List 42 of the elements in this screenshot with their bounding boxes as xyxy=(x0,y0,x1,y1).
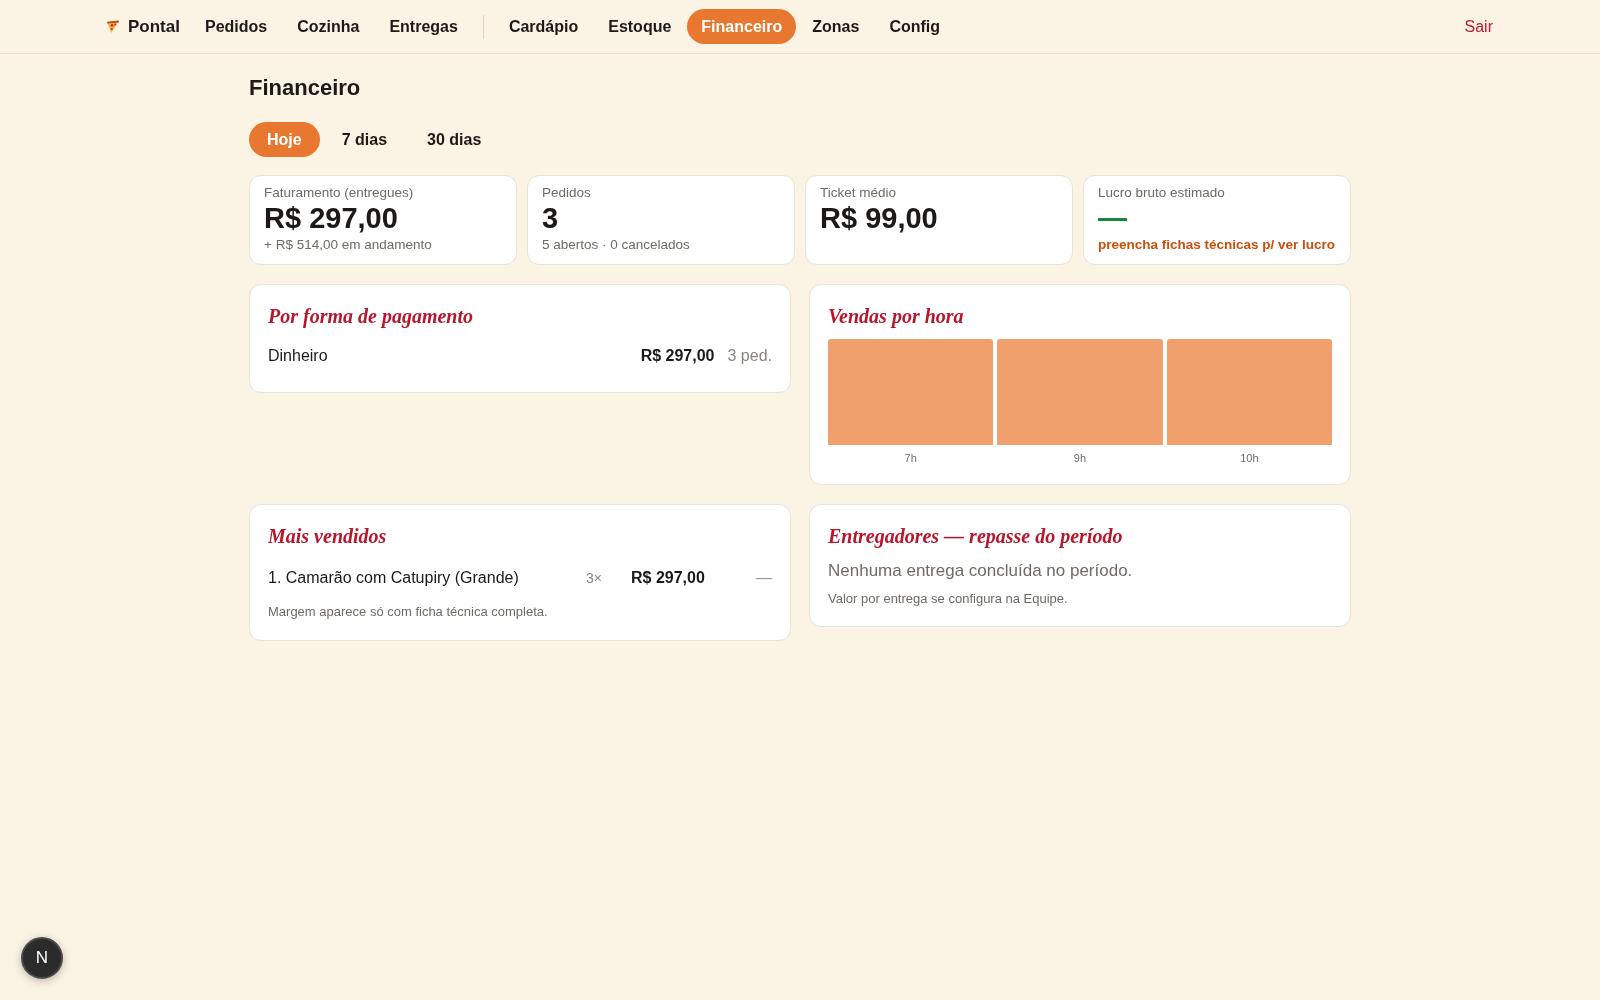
hour-label: 7h xyxy=(904,451,917,465)
nav-link[interactable]: Cozinha xyxy=(282,9,375,44)
payment-amount: R$ 297,00 xyxy=(640,346,715,366)
empty-message: Nenhuma entrega concluída no período. xyxy=(828,560,1133,582)
stat-label: Faturamento (entregues) xyxy=(264,185,414,201)
period-tab[interactable]: 30 dias xyxy=(409,122,500,157)
dev-tools-button[interactable]: N xyxy=(21,937,63,979)
payment-method: Dinheiro xyxy=(268,347,328,364)
stat-note: + R$ 514,00 em andamento xyxy=(264,236,432,253)
stat-label: Pedidos xyxy=(542,185,591,201)
stat-value: R$ 99,00 xyxy=(820,201,938,236)
margin-note: Margem aparece só com ficha técnica completa. xyxy=(268,603,548,621)
nav-link[interactable]: Zonas xyxy=(797,9,875,44)
logout-link[interactable]: Sair xyxy=(1464,14,1493,39)
stat-value: — xyxy=(1098,201,1127,236)
stat-value: 3 xyxy=(542,201,559,236)
stat-note: preencha fichas técnicas p/ ver lucro xyxy=(1098,236,1336,253)
stat-label: Ticket médio xyxy=(820,185,897,201)
hour-label: 10h xyxy=(1240,451,1259,465)
stat-label: Lucro bruto estimado xyxy=(1098,185,1225,201)
courier-note: Valor por entrega se configura na Equipe. xyxy=(828,590,1068,608)
nav-link[interactable]: Pedidos xyxy=(189,9,283,44)
revenue: R$ 297,00 xyxy=(631,569,705,586)
nav-link[interactable]: Cardápio xyxy=(493,9,594,44)
nav-link[interactable]: Config xyxy=(874,9,956,44)
pizza-slice-icon xyxy=(106,19,120,34)
stat-value: R$ 297,00 xyxy=(264,201,398,236)
panel-title: Vendas por hora xyxy=(828,304,964,329)
product-name: 1. Camarão com Catupiry (Grande) xyxy=(268,569,519,586)
period-tab[interactable]: 7 dias xyxy=(323,122,406,157)
nav-link[interactable]: Estoque xyxy=(593,9,687,44)
page-title: Financeiro xyxy=(249,74,361,102)
stat-note: 5 abertos · 0 cancelados xyxy=(542,236,690,253)
order-count: 3 ped. xyxy=(727,346,772,366)
brand-name[interactable]: Pontal xyxy=(128,18,180,35)
hour-label: 9h xyxy=(1073,451,1087,465)
panel-title: Por forma de pagamento xyxy=(268,304,473,329)
margin: — xyxy=(756,568,772,588)
nav-link[interactable]: Entregas xyxy=(374,9,473,44)
quantity: 3× xyxy=(586,568,602,588)
panel-title: Mais vendidos xyxy=(268,524,387,549)
panel-title: Entregadores — repasse do período xyxy=(828,524,1123,549)
